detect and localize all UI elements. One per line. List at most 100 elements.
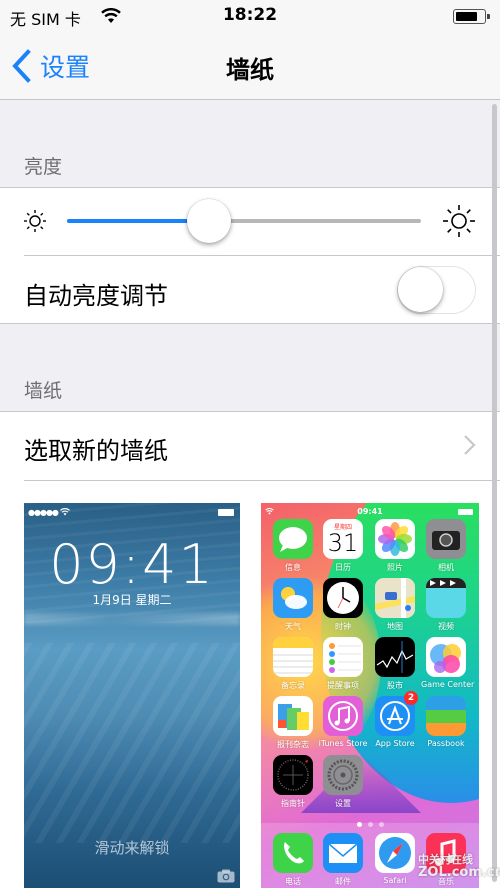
app-icon-wrapper [268, 833, 318, 873]
app-reminders[interactable]: 提醒事项 [318, 637, 368, 691]
status-bar: 无 SIM 卡 18:22 [0, 0, 500, 32]
app-icon-wrapper [318, 755, 368, 795]
app-label: 备忘录 [281, 681, 305, 690]
app-newsstand[interactable]: 报刊杂志 [268, 696, 318, 750]
lock-time: 09:41 [49, 533, 215, 596]
status-time: 18:22 [222, 5, 278, 25]
page-dot [378, 822, 384, 827]
app-compass[interactable]: 指南针 [268, 755, 318, 809]
mail-icon [323, 833, 363, 873]
app-label: 日历 [335, 563, 351, 572]
home-time: 09:41 [357, 507, 383, 516]
app-icon-wrapper [318, 696, 368, 736]
row-separator [24, 255, 500, 256]
app-icon-wrapper [421, 519, 471, 559]
choose-new-wallpaper-label: 选取新的墙纸 [24, 437, 168, 465]
sun-small-icon [24, 210, 46, 232]
app-label: iTunes Store [318, 739, 368, 748]
app-label: App Store [375, 739, 415, 748]
app-label: Game Center [421, 680, 475, 689]
app-icon-wrapper [268, 755, 318, 795]
app-weather[interactable]: 天气 [268, 578, 318, 632]
brightness-group: 自动亮度调节 [0, 187, 500, 324]
settings-icon [323, 755, 363, 795]
brightness-slider-thumb[interactable] [186, 199, 231, 243]
app-label: 信息 [285, 563, 301, 572]
battery-icon [458, 509, 473, 515]
app-icon-wrapper: 2 [370, 691, 420, 736]
passbook-icon [426, 696, 466, 736]
app-icon-wrapper [268, 696, 318, 736]
brightness-slider[interactable] [67, 219, 421, 223]
app-icon-wrapper [421, 637, 471, 677]
safari-icon [375, 833, 415, 873]
camera-icon [217, 869, 235, 883]
app-icon-wrapper [318, 578, 368, 618]
app-photos[interactable]: 照片 [370, 519, 420, 573]
app-videos[interactable]: 视频 [421, 578, 471, 632]
chevron-right-icon [464, 435, 476, 455]
calendar-icon: 星期四 31 [323, 519, 363, 559]
app-itunes-store[interactable]: iTunes Store [318, 696, 368, 748]
app-icon-wrapper: 星期四 31 [318, 519, 368, 559]
app-label: Safari [383, 876, 407, 885]
app-maps[interactable]: 地图 [370, 578, 420, 632]
app-icon-wrapper [318, 637, 368, 677]
messages-icon [273, 519, 313, 559]
app-camera[interactable]: 相机 [421, 519, 471, 573]
app-calendar[interactable]: 星期四 31 日历 [318, 519, 368, 573]
notes-icon [273, 637, 313, 677]
lock-screen-preview[interactable]: ●●●●● 09:41 1月9日 星期二 滑动来解锁 [24, 503, 240, 888]
app-label: 指南针 [281, 799, 305, 808]
app-icon-wrapper [370, 833, 420, 873]
app-label: 天气 [285, 622, 301, 631]
app-stocks[interactable]: 股市 [370, 637, 420, 691]
choose-new-wallpaper-row[interactable]: 选取新的墙纸 [0, 412, 500, 480]
app-label: 电话 [285, 877, 301, 886]
app-label: 视频 [438, 622, 454, 631]
app-notes[interactable]: 备忘录 [268, 637, 318, 691]
newsstand-icon [273, 696, 313, 736]
app-icon-wrapper [268, 519, 318, 559]
app-icon-wrapper [370, 519, 420, 559]
app-phone[interactable]: 电话 [268, 833, 318, 887]
app-messages[interactable]: 信息 [268, 519, 318, 573]
weather-icon [273, 578, 313, 618]
calendar-day: 31 [327, 529, 359, 557]
photos-icon [375, 519, 415, 559]
maps-icon [375, 578, 415, 618]
app-passbook[interactable]: Passbook [421, 696, 471, 748]
app-icon-wrapper [268, 578, 318, 618]
battery-icon [218, 509, 234, 516]
app-label: 时钟 [335, 622, 351, 631]
scrollbar[interactable] [492, 104, 497, 882]
clock-icon [323, 578, 363, 618]
compass-icon [273, 755, 313, 795]
camera-icon [426, 519, 466, 559]
top-bar: 无 SIM 卡 18:22 设置 墙纸 [0, 0, 500, 100]
water-sparkle [24, 613, 240, 625]
battery-tip [487, 14, 490, 19]
lock-date: 1月9日 星期二 [92, 593, 172, 607]
app-icon-wrapper [370, 637, 420, 677]
app-settings[interactable]: 设置 [318, 755, 368, 809]
app-icon-wrapper [318, 833, 368, 873]
brightness-section-header: 亮度 [24, 156, 63, 178]
app-safari[interactable]: Safari [370, 833, 420, 885]
app-label: 提醒事项 [327, 681, 359, 690]
page-title: 墙纸 [226, 56, 274, 84]
app-clock[interactable]: 时钟 [318, 578, 368, 632]
app-label: 设置 [335, 799, 351, 808]
light-rays [24, 643, 240, 843]
app-mail[interactable]: 邮件 [318, 833, 368, 887]
auto-brightness-toggle[interactable] [397, 266, 476, 314]
toggle-knob [398, 267, 443, 312]
reminders-icon [323, 637, 363, 677]
app-label: 股市 [387, 681, 403, 690]
app-app-store[interactable]: 2 App Store [370, 691, 420, 748]
home-screen-preview[interactable]: 09:41 信息 星期四 31 日历 照片 相机天气 时钟 地图 视频备忘录 提醒事项 股市 Game… [261, 503, 479, 888]
stocks-icon [375, 637, 415, 677]
notification-badge: 2 [404, 691, 418, 705]
app-game-center[interactable]: Game Center [421, 637, 475, 689]
signal-dots: ●●●●● [28, 508, 59, 517]
